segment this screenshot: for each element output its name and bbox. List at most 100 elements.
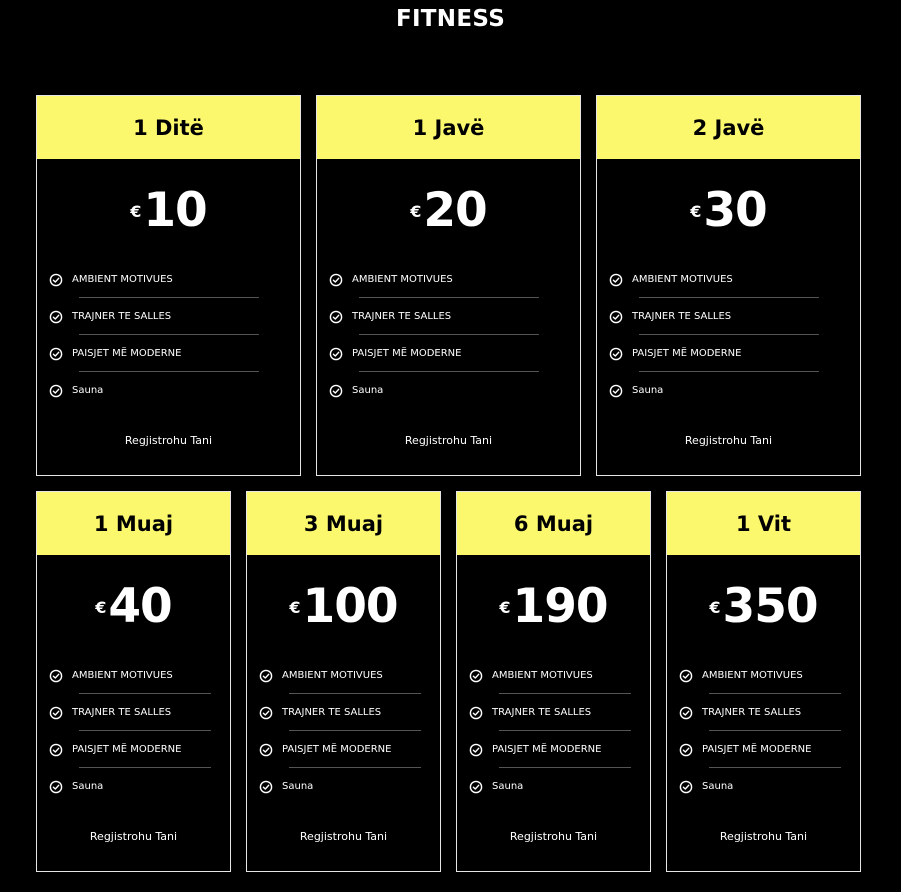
feature-item: Sauna bbox=[259, 768, 440, 805]
feature-label: PAISJET MË MODERNE bbox=[352, 348, 462, 359]
pricing-card: 1 Vit € 350 AMBIENT MOTIVUES TRAJNER TE … bbox=[666, 491, 861, 872]
price-amount: 30 bbox=[703, 182, 767, 238]
price-amount: 100 bbox=[302, 578, 399, 634]
plan-name: 3 Muaj bbox=[303, 511, 384, 536]
feature-item: PAISJET MË MODERNE bbox=[329, 335, 580, 372]
feature-item: PAISJET MË MODERNE bbox=[469, 731, 650, 768]
feature-item: Sauna bbox=[469, 768, 650, 805]
check-circle-icon bbox=[329, 384, 343, 398]
pricing-card: 1 Javë € 20 AMBIENT MOTIVUES TRAJNER TE … bbox=[316, 95, 581, 476]
check-circle-icon bbox=[49, 273, 63, 287]
euro-icon: € bbox=[690, 201, 702, 221]
feature-label: Sauna bbox=[702, 781, 734, 792]
check-circle-icon bbox=[469, 743, 483, 757]
price: € 20 bbox=[317, 159, 580, 261]
feature-list: AMBIENT MOTIVUES TRAJNER TE SALLES PAISJ… bbox=[37, 261, 300, 409]
feature-list: AMBIENT MOTIVUES TRAJNER TE SALLES PAISJ… bbox=[247, 657, 440, 805]
check-circle-icon bbox=[609, 310, 623, 324]
feature-label: PAISJET MË MODERNE bbox=[282, 744, 392, 755]
feature-item: Sauna bbox=[329, 372, 580, 409]
check-circle-icon bbox=[679, 669, 693, 683]
feature-item: AMBIENT MOTIVUES bbox=[679, 657, 860, 694]
feature-item: TRAJNER TE SALLES bbox=[49, 298, 300, 335]
feature-item: AMBIENT MOTIVUES bbox=[49, 657, 230, 694]
plan-header: 1 Javë bbox=[317, 96, 580, 159]
euro-icon: € bbox=[130, 201, 142, 221]
feature-label: Sauna bbox=[352, 385, 384, 396]
feature-item: AMBIENT MOTIVUES bbox=[609, 261, 860, 298]
feature-label: AMBIENT MOTIVUES bbox=[632, 274, 733, 285]
check-circle-icon bbox=[259, 706, 273, 720]
feature-item: TRAJNER TE SALLES bbox=[679, 694, 860, 731]
price: € 350 bbox=[667, 555, 860, 657]
check-circle-icon bbox=[329, 273, 343, 287]
plan-name: 1 Vit bbox=[735, 511, 792, 536]
feature-label: TRAJNER TE SALLES bbox=[492, 707, 592, 718]
page-title: FITNESS bbox=[395, 6, 506, 32]
check-circle-icon bbox=[609, 384, 623, 398]
check-circle-icon bbox=[259, 669, 273, 683]
feature-label: Sauna bbox=[492, 781, 524, 792]
register-button[interactable]: Regjistrohu Tani bbox=[247, 830, 440, 843]
feature-list: AMBIENT MOTIVUES TRAJNER TE SALLES PAISJ… bbox=[317, 261, 580, 409]
feature-item: AMBIENT MOTIVUES bbox=[259, 657, 440, 694]
register-button[interactable]: Regjistrohu Tani bbox=[37, 830, 230, 843]
plan-header: 3 Muaj bbox=[247, 492, 440, 555]
feature-item: Sauna bbox=[49, 768, 230, 805]
check-circle-icon bbox=[49, 310, 63, 324]
feature-list: AMBIENT MOTIVUES TRAJNER TE SALLES PAISJ… bbox=[597, 261, 860, 409]
feature-label: AMBIENT MOTIVUES bbox=[492, 670, 593, 681]
price: € 190 bbox=[457, 555, 650, 657]
feature-item: Sauna bbox=[679, 768, 860, 805]
check-circle-icon bbox=[469, 669, 483, 683]
feature-label: PAISJET MË MODERNE bbox=[492, 744, 602, 755]
plan-name: 1 Muaj bbox=[93, 511, 174, 536]
plan-name: 2 Javë bbox=[692, 115, 765, 140]
price: € 30 bbox=[597, 159, 860, 261]
check-circle-icon bbox=[49, 743, 63, 757]
feature-label: Sauna bbox=[282, 781, 314, 792]
feature-label: PAISJET MË MODERNE bbox=[72, 348, 182, 359]
euro-icon: € bbox=[410, 201, 422, 221]
check-circle-icon bbox=[609, 273, 623, 287]
feature-item: TRAJNER TE SALLES bbox=[259, 694, 440, 731]
feature-label: PAISJET MË MODERNE bbox=[632, 348, 742, 359]
check-circle-icon bbox=[49, 384, 63, 398]
register-button[interactable]: Regjistrohu Tani bbox=[37, 434, 300, 447]
euro-icon: € bbox=[289, 597, 301, 617]
pricing-card: 6 Muaj € 190 AMBIENT MOTIVUES TRAJNER TE… bbox=[456, 491, 651, 872]
check-circle-icon bbox=[679, 780, 693, 794]
feature-label: TRAJNER TE SALLES bbox=[352, 311, 452, 322]
feature-label: TRAJNER TE SALLES bbox=[702, 707, 802, 718]
price: € 40 bbox=[37, 555, 230, 657]
feature-item: Sauna bbox=[49, 372, 300, 409]
check-circle-icon bbox=[329, 347, 343, 361]
feature-label: Sauna bbox=[632, 385, 664, 396]
feature-item: PAISJET MË MODERNE bbox=[609, 335, 860, 372]
feature-item: AMBIENT MOTIVUES bbox=[469, 657, 650, 694]
feature-label: AMBIENT MOTIVUES bbox=[282, 670, 383, 681]
check-circle-icon bbox=[469, 780, 483, 794]
feature-list: AMBIENT MOTIVUES TRAJNER TE SALLES PAISJ… bbox=[457, 657, 650, 805]
check-circle-icon bbox=[259, 780, 273, 794]
pricing-card: 1 Muaj € 40 AMBIENT MOTIVUES TRAJNER TE … bbox=[36, 491, 231, 872]
price: € 100 bbox=[247, 555, 440, 657]
plan-header: 1 Muaj bbox=[37, 492, 230, 555]
register-button[interactable]: Regjistrohu Tani bbox=[457, 830, 650, 843]
register-button[interactable]: Regjistrohu Tani bbox=[597, 434, 860, 447]
plan-name: 6 Muaj bbox=[513, 511, 594, 536]
feature-label: PAISJET MË MODERNE bbox=[702, 744, 812, 755]
feature-label: Sauna bbox=[72, 385, 104, 396]
feature-item: TRAJNER TE SALLES bbox=[329, 298, 580, 335]
feature-label: AMBIENT MOTIVUES bbox=[72, 274, 173, 285]
feature-label: Sauna bbox=[72, 781, 104, 792]
feature-label: TRAJNER TE SALLES bbox=[632, 311, 732, 322]
check-circle-icon bbox=[469, 706, 483, 720]
register-button[interactable]: Regjistrohu Tani bbox=[317, 434, 580, 447]
price-amount: 20 bbox=[423, 182, 487, 238]
plan-header: 6 Muaj bbox=[457, 492, 650, 555]
check-circle-icon bbox=[49, 780, 63, 794]
feature-label: PAISJET MË MODERNE bbox=[72, 744, 182, 755]
pricing-card: 1 Ditë € 10 AMBIENT MOTIVUES TRAJNER TE … bbox=[36, 95, 301, 476]
register-button[interactable]: Regjistrohu Tani bbox=[667, 830, 860, 843]
